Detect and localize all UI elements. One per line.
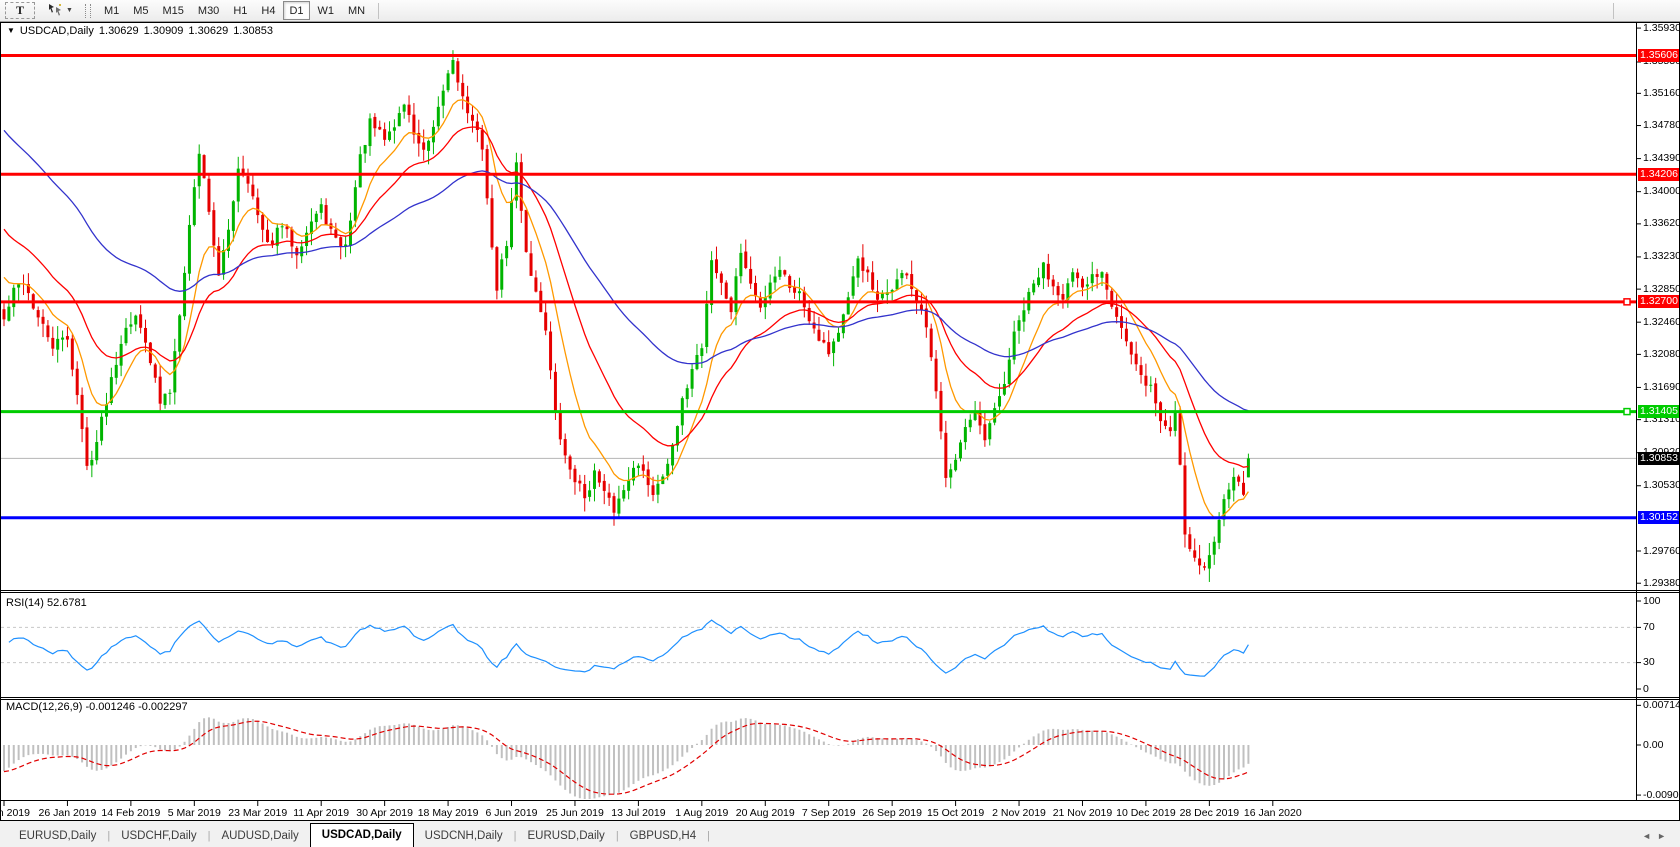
timeframe-button-group: M1M5M15M30H1H4D1W1MN (97, 1, 372, 20)
timeframe-button-M1[interactable]: M1 (98, 1, 125, 20)
date-tick-label: 14 Feb 2019 (96, 807, 166, 819)
chart-tab-USDCAD-Daily[interactable]: USDCAD,Daily (310, 823, 414, 847)
level-label-support: 1.30152 (1638, 511, 1680, 524)
timeframe-button-W1[interactable]: W1 (312, 1, 341, 20)
date-tick-label: 7 Sep 2019 (794, 807, 864, 819)
date-tick-label: 5 Mar 2019 (159, 807, 229, 819)
timeframe-button-M5[interactable]: M5 (127, 1, 154, 20)
rsi-panel-resize-handle[interactable] (0, 590, 1680, 591)
price-tick-label: 1.31690 (1643, 381, 1680, 394)
date-tick-label: 30 Apr 2019 (350, 807, 420, 819)
date-tick-label: 20 Aug 2019 (730, 807, 800, 819)
chart-tab-USDCHF-Daily[interactable]: USDCHF,Daily (110, 826, 207, 847)
rsi-level-label: 30 (1643, 656, 1655, 669)
level-label-resistance: 1.35606 (1638, 49, 1680, 62)
date-tick-label: 15 Oct 2019 (921, 807, 991, 819)
date-tick-label: 26 Jan 2019 (32, 807, 102, 819)
price-tick-label: 1.31310 (1643, 413, 1680, 426)
price-tick-label: 1.34780 (1643, 119, 1680, 132)
chart-symbol: USDCAD,Daily (20, 25, 94, 37)
date-tick-label: 28 Dec 2019 (1174, 807, 1244, 819)
level-label-resistance: 1.32700 (1638, 295, 1680, 308)
date-tick-label: 26 Sep 2019 (857, 807, 927, 819)
date-tick-label: 18 May 2019 (413, 807, 483, 819)
timeframe-button-M15[interactable]: M15 (157, 1, 190, 20)
date-tick-label: 23 Mar 2019 (223, 807, 293, 819)
rsi-level-label: 70 (1643, 621, 1655, 634)
price-tick-label: 1.35930 (1643, 22, 1680, 35)
price-tick-label: 1.29380 (1643, 577, 1680, 590)
ohlc-open: 1.30629 (99, 25, 139, 37)
macd-level-label: 0.00714 (1643, 699, 1680, 712)
rsi-level-label: 0 (1643, 683, 1649, 696)
collapse-arrow-icon[interactable]: ▼ (7, 26, 15, 35)
rsi-panel-top-border (0, 592, 1680, 593)
chart-tab-EURUSD-Daily[interactable]: EURUSD,Daily (8, 826, 107, 847)
price-tick-label: 1.35530 (1643, 55, 1680, 68)
price-tick-label: 1.35160 (1643, 87, 1680, 100)
level-label-resistance: 1.34206 (1638, 168, 1680, 181)
date-tick-label: 6 Jun 2019 (477, 807, 547, 819)
macd-panel-bottom-border (0, 800, 1680, 801)
timeframe-button-H1[interactable]: H1 (227, 1, 253, 20)
chart-tab-AUDUSD-Daily[interactable]: AUDUSD,Daily (210, 826, 309, 847)
cursor-crosshair-icon (48, 3, 63, 19)
toolbar-grip[interactable] (85, 4, 91, 18)
macd-panel-top-border (0, 699, 1680, 700)
tab-scroll-left-button[interactable]: ◄ (1642, 831, 1657, 841)
price-tick-label: 1.30920 (1643, 446, 1680, 459)
rsi-label: RSI(14) 52.6781 (6, 597, 87, 609)
price-tick-label: 1.32850 (1643, 283, 1680, 296)
macd-label: MACD(12,26,9) -0.001246 -0.002297 (6, 701, 188, 713)
toolbar-separator (378, 3, 379, 19)
price-tick-label: 1.30530 (1643, 479, 1680, 492)
timeframe-button-MN[interactable]: MN (342, 1, 371, 20)
window-left-border (0, 22, 1, 821)
toolbar-separator-right (1613, 3, 1614, 19)
window-top-border (0, 22, 1680, 23)
rsi-level-label: 100 (1643, 595, 1661, 608)
tab-separator: | (707, 826, 710, 847)
chart-plot-area[interactable] (1, 23, 1636, 800)
price-tick-label: 1.34000 (1643, 185, 1680, 198)
price-tick-label: 1.29760 (1643, 545, 1680, 558)
date-tick-label: 16 Jan 2020 (1238, 807, 1308, 819)
price-tick-label: 1.32460 (1643, 316, 1680, 329)
level-label-support: 1.31405 (1638, 405, 1680, 418)
date-tick-label: 2 Nov 2019 (984, 807, 1054, 819)
text-tool-button[interactable]: T (5, 2, 35, 19)
date-tick-label: 1 Aug 2019 (667, 807, 737, 819)
price-axis-separator (1636, 22, 1637, 801)
chart-tab-USDCNH-Daily[interactable]: USDCNH,Daily (414, 826, 514, 847)
macd-level-label: 0.00 (1643, 739, 1663, 752)
price-tick-label: 1.32080 (1643, 348, 1680, 361)
current-price-label: 1.30853 (1638, 452, 1680, 465)
date-tick-label: 13 Jul 2019 (603, 807, 673, 819)
timeframe-button-H4[interactable]: H4 (255, 1, 281, 20)
chart-tab-bar: EURUSD,Daily|USDCHF,Daily|AUDUSD,DailyUS… (0, 821, 1680, 847)
date-tick-label: 21 Nov 2019 (1047, 807, 1117, 819)
ohlc-high: 1.30909 (144, 25, 184, 37)
tab-scroll-right-button[interactable]: ► (1657, 831, 1672, 841)
date-tick-label: 10 Dec 2019 (1111, 807, 1181, 819)
price-tick-label: 1.33230 (1643, 250, 1680, 263)
timeframe-button-M30[interactable]: M30 (192, 1, 225, 20)
chart-tab-GBPUSD-H4[interactable]: GBPUSD,H4 (619, 826, 707, 847)
cursor-tool-button[interactable]: ▼ (42, 1, 79, 20)
ohlc-low: 1.30629 (188, 25, 228, 37)
chart-title: ▼ USDCAD,Daily 1.30629 1.30909 1.30629 1.3085… (7, 25, 273, 37)
date-tick-label: 25 Jun 2019 (540, 807, 610, 819)
ohlc-close: 1.30853 (233, 25, 273, 37)
top-toolbar: T ▼ M1M5M15M30H1H4D1W1MN (0, 0, 1680, 22)
date-tick-label: 11 Apr 2019 (286, 807, 356, 819)
macd-panel-resize-handle[interactable] (0, 697, 1680, 698)
price-tick-label: 1.34390 (1643, 152, 1680, 165)
chart-tab-EURUSD-Daily[interactable]: EURUSD,Daily (516, 826, 615, 847)
date-tick-label: 8 Jan 2019 (0, 807, 39, 819)
chevron-down-icon: ▼ (66, 7, 73, 14)
tab-scroll-arrows: ◄► (1642, 831, 1672, 841)
timeframe-button-D1[interactable]: D1 (283, 1, 309, 20)
price-tick-label: 1.33620 (1643, 217, 1680, 230)
